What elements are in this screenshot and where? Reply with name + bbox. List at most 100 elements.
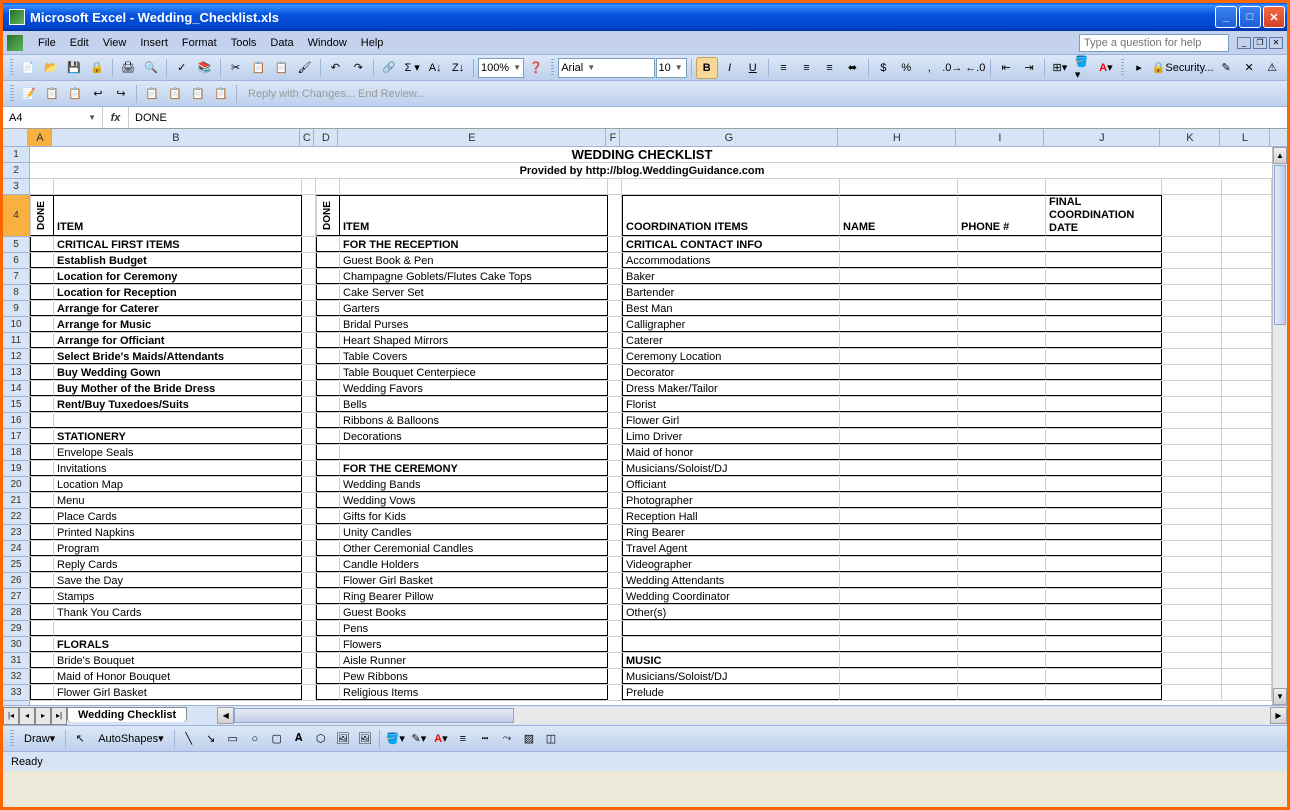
increase-decimal-button[interactable]: .0→ xyxy=(941,57,963,79)
cell[interactable] xyxy=(1046,301,1162,316)
percent-button[interactable]: % xyxy=(895,57,917,79)
cell[interactable] xyxy=(30,525,54,540)
align-right-button[interactable]: ≡ xyxy=(819,57,841,79)
cell[interactable] xyxy=(302,669,316,684)
cell[interactable] xyxy=(608,381,622,396)
cell[interactable] xyxy=(1162,573,1222,588)
rowhdr-4[interactable]: 4 xyxy=(3,195,29,237)
cell[interactable] xyxy=(1222,573,1272,588)
cell[interactable] xyxy=(958,285,1046,300)
cell[interactable] xyxy=(622,621,840,636)
cell[interactable] xyxy=(840,349,958,364)
rev1[interactable]: 📝 xyxy=(18,83,40,105)
sec1-button[interactable]: ✎ xyxy=(1215,57,1237,79)
cell[interactable] xyxy=(958,525,1046,540)
cell[interactable] xyxy=(840,589,958,604)
cell[interactable] xyxy=(840,557,958,572)
cell[interactable] xyxy=(1046,605,1162,620)
rev8[interactable]: 📋 xyxy=(187,83,209,105)
fill-color-button[interactable]: 🪣▾ xyxy=(1072,57,1094,79)
decrease-decimal-button[interactable]: ←.0 xyxy=(964,57,986,79)
cell[interactable] xyxy=(608,365,622,380)
cell[interactable] xyxy=(30,605,54,620)
cell[interactable]: Dress Maker/Tailor xyxy=(622,381,840,396)
cell[interactable] xyxy=(958,573,1046,588)
cell[interactable] xyxy=(608,685,622,700)
cell[interactable] xyxy=(302,493,316,508)
font-color-button[interactable]: A▾ xyxy=(1095,57,1117,79)
cell[interactable]: Caterer xyxy=(622,333,840,348)
rowhdr-32[interactable]: 32 xyxy=(3,669,29,685)
cell[interactable] xyxy=(1222,509,1272,524)
tab-prev[interactable]: ◂ xyxy=(19,707,35,725)
rowhdr-23[interactable]: 23 xyxy=(3,525,29,541)
hdr-phone[interactable]: PHONE # xyxy=(958,195,1046,236)
colhdr-j[interactable]: J xyxy=(1044,129,1160,146)
cell[interactable] xyxy=(608,237,622,252)
select-objects[interactable]: ↖ xyxy=(69,728,91,750)
cell[interactable]: Location for Reception xyxy=(54,285,302,300)
menu-edit[interactable]: Edit xyxy=(63,34,96,52)
cell[interactable] xyxy=(30,301,54,316)
fontsize-combo[interactable]: 10▼ xyxy=(656,58,687,78)
cell[interactable]: MUSIC xyxy=(622,653,840,668)
cell[interactable] xyxy=(302,685,316,700)
vertical-scrollbar[interactable]: ▲ ▼ xyxy=(1272,147,1287,705)
cell[interactable]: Program xyxy=(54,541,302,556)
cell[interactable]: Religious Items xyxy=(340,685,608,700)
cell[interactable] xyxy=(958,669,1046,684)
toolbar-grip-3[interactable] xyxy=(1121,59,1124,77)
cell[interactable]: Baker xyxy=(622,269,840,284)
cell[interactable] xyxy=(840,477,958,492)
line-color-draw[interactable]: ✎▾ xyxy=(408,728,430,750)
cell[interactable] xyxy=(608,557,622,572)
rowhdr-25[interactable]: 25 xyxy=(3,557,29,573)
cell[interactable] xyxy=(30,253,54,268)
font-color-draw[interactable]: A▾ xyxy=(430,728,452,750)
cell[interactable] xyxy=(958,349,1046,364)
cell[interactable] xyxy=(1222,637,1272,652)
cell[interactable] xyxy=(302,381,316,396)
cell[interactable] xyxy=(1046,269,1162,284)
cell[interactable] xyxy=(958,477,1046,492)
cell[interactable] xyxy=(958,461,1046,476)
cell[interactable] xyxy=(302,253,316,268)
cell[interactable] xyxy=(1162,685,1222,700)
cell[interactable] xyxy=(30,637,54,652)
cell[interactable] xyxy=(316,637,340,652)
rowhdr-8[interactable]: 8 xyxy=(3,285,29,301)
cell[interactable] xyxy=(1046,589,1162,604)
rowhdr-14[interactable]: 14 xyxy=(3,381,29,397)
cell[interactable] xyxy=(1222,461,1272,476)
cell[interactable]: Garters xyxy=(340,301,608,316)
cell[interactable] xyxy=(840,365,958,380)
cell[interactable] xyxy=(1222,557,1272,572)
cell[interactable] xyxy=(1222,477,1272,492)
cell[interactable] xyxy=(1162,461,1222,476)
oval-tool[interactable]: ○ xyxy=(244,728,266,750)
rowhdr-16[interactable]: 16 xyxy=(3,413,29,429)
cell[interactable]: Establish Budget xyxy=(54,253,302,268)
cell[interactable] xyxy=(608,589,622,604)
scroll-down-button[interactable]: ▼ xyxy=(1273,688,1287,705)
cell[interactable] xyxy=(608,317,622,332)
scroll-up-button[interactable]: ▲ xyxy=(1273,147,1287,164)
cell[interactable] xyxy=(1222,301,1272,316)
cell[interactable] xyxy=(302,397,316,412)
cell[interactable] xyxy=(302,317,316,332)
cell[interactable] xyxy=(1162,493,1222,508)
cell[interactable] xyxy=(608,573,622,588)
cell[interactable] xyxy=(302,237,316,252)
cell[interactable] xyxy=(302,285,316,300)
menu-view[interactable]: View xyxy=(96,34,134,52)
cell[interactable] xyxy=(1046,445,1162,460)
cell[interactable] xyxy=(302,589,316,604)
cell[interactable] xyxy=(1046,621,1162,636)
rowhdr-10[interactable]: 10 xyxy=(3,317,29,333)
cell[interactable] xyxy=(316,669,340,684)
cell[interactable] xyxy=(1046,493,1162,508)
doc-minimize[interactable]: _ xyxy=(1237,37,1251,49)
cut-button[interactable]: ✂ xyxy=(225,57,247,79)
rowhdr-9[interactable]: 9 xyxy=(3,301,29,317)
cell[interactable] xyxy=(608,653,622,668)
